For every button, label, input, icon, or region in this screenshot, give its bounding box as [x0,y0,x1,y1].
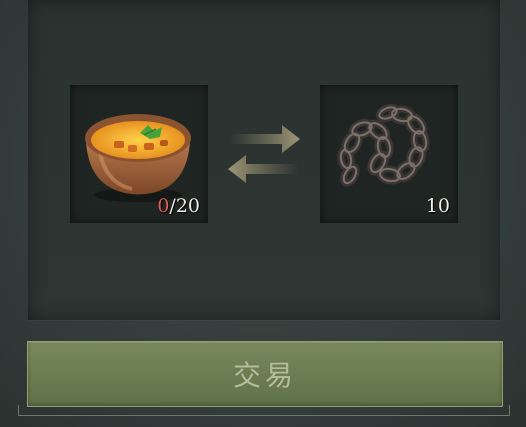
receive-item-slot[interactable]: 10 [320,85,458,223]
receive-item-count: 10 [425,195,450,217]
owned-count: 0 [157,195,170,217]
give-item-slot[interactable]: 0/20 [70,85,208,223]
bottom-frame-border [18,405,510,416]
swap-arrows-icon [228,125,300,183]
give-item-count: 0/20 [157,195,200,217]
trade-button-label: 交易 [232,359,297,392]
required-count: /20 [169,195,200,217]
trade-button[interactable]: 交易 [27,341,503,407]
